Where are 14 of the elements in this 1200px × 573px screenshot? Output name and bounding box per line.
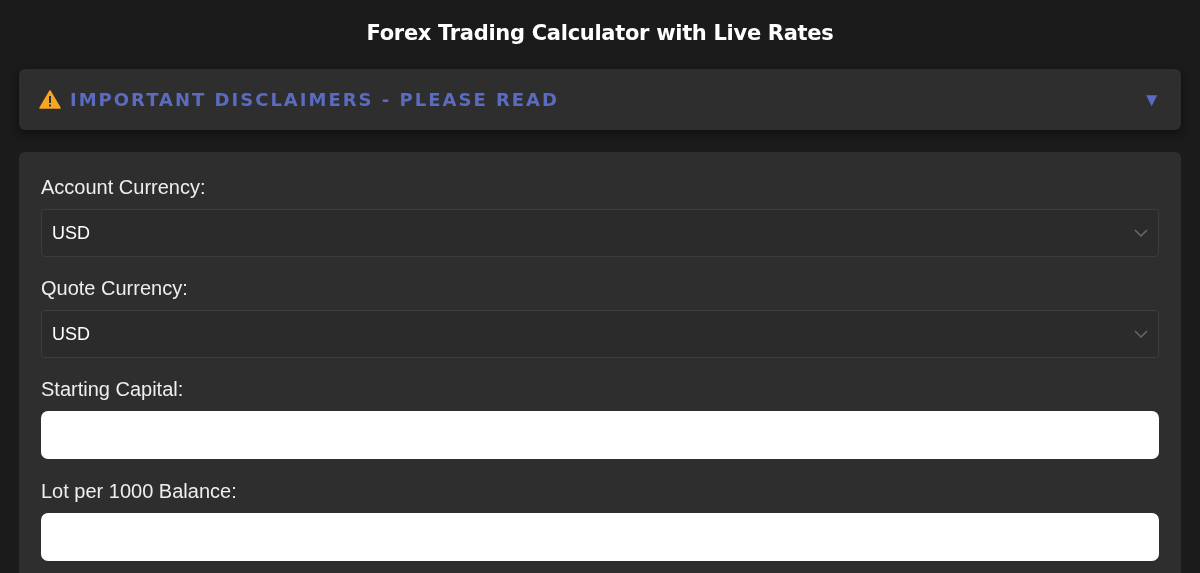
- toggle-arrow: ▼: [1142, 88, 1161, 111]
- field-label: Starting Capital:: [41, 378, 185, 401]
- chevron-down-icon: [1134, 330, 1148, 338]
- input-field[interactable]: [41, 411, 1159, 459]
- currency-select[interactable]: USD: [41, 209, 1159, 257]
- field-label: Lot per 1000 Balance:: [41, 480, 238, 503]
- warning-icon: [39, 90, 61, 109]
- chevron-down-icon: [1134, 229, 1148, 237]
- currency-select[interactable]: USD: [41, 310, 1159, 358]
- disclaimer-heading: IMPORTANT DISCLAIMERS - PLEASE READ: [70, 89, 560, 110]
- input-field[interactable]: [41, 513, 1159, 561]
- page-title: Forex Trading Calculator with Live Rates: [365, 20, 835, 47]
- field-label: Quote Currency:: [41, 277, 189, 300]
- field-label: Account Currency:: [41, 176, 207, 199]
